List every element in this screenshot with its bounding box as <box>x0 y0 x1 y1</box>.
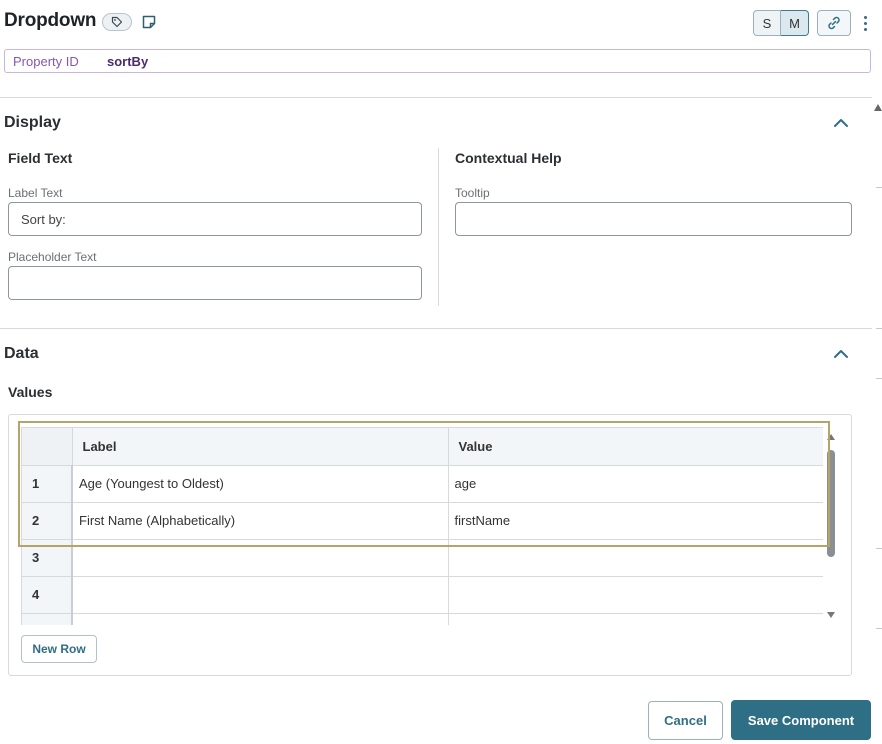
grid-scroll-up-arrow[interactable] <box>827 434 835 440</box>
edge-mark <box>876 628 882 629</box>
grid-scroll-down-arrow[interactable] <box>827 612 835 618</box>
value-cell[interactable] <box>448 539 823 577</box>
column-header-value[interactable]: Value <box>448 428 823 466</box>
size-medium-button[interactable]: M <box>781 10 809 36</box>
edge-mark <box>876 187 882 188</box>
edge-mark <box>876 328 882 329</box>
edge-mark <box>876 378 882 379</box>
display-section-title: Display <box>4 114 61 131</box>
field-text-title: Field Text <box>8 150 73 166</box>
placeholder-text-label: Placeholder Text <box>8 250 97 264</box>
grid-header-row: Label Value <box>22 428 823 466</box>
tooltip-input[interactable] <box>455 202 852 236</box>
value-cell[interactable] <box>448 576 823 614</box>
edge-mark <box>876 548 882 549</box>
property-id-label: Property ID <box>13 53 79 69</box>
page-scroll-up-arrow[interactable] <box>874 104 882 111</box>
values-grid: Label Value 1 Age (Youngest to Oldest) a… <box>21 427 823 625</box>
divider <box>0 328 872 329</box>
value-cell[interactable] <box>448 613 823 625</box>
values-title: Values <box>8 384 53 400</box>
divider <box>0 97 872 98</box>
row-number: 3 <box>22 539 73 577</box>
chevron-up-icon[interactable] <box>832 348 850 360</box>
note-icon <box>142 15 156 29</box>
table-row: 4 <box>22 576 823 614</box>
tag-button[interactable] <box>102 13 132 31</box>
new-row-button[interactable]: New Row <box>21 635 97 663</box>
label-cell[interactable] <box>72 613 449 625</box>
contextual-help-title: Contextual Help <box>455 150 562 166</box>
cancel-button[interactable]: Cancel <box>648 701 723 740</box>
tag-icon <box>111 16 123 28</box>
placeholder-text-input[interactable] <box>8 266 422 300</box>
label-cell[interactable] <box>72 539 449 577</box>
save-component-button[interactable]: Save Component <box>731 700 871 740</box>
label-text-label: Label Text <box>8 186 63 200</box>
column-header-label[interactable]: Label <box>72 428 449 466</box>
data-section-title: Data <box>4 345 39 362</box>
grid-corner-cell <box>22 428 73 466</box>
component-title: Dropdown <box>4 10 97 31</box>
row-number: 4 <box>22 576 73 614</box>
value-cell[interactable]: age <box>448 465 823 503</box>
chevron-up-icon[interactable] <box>832 117 850 129</box>
kebab-menu-icon[interactable] <box>858 12 872 34</box>
note-button[interactable] <box>140 13 158 31</box>
label-text-input[interactable]: Sort by: <box>8 202 422 236</box>
label-cell[interactable]: Age (Youngest to Oldest) <box>72 465 449 503</box>
table-row: 1 Age (Youngest to Oldest) age <box>22 465 823 503</box>
table-row: 5 <box>22 613 823 625</box>
table-row: 3 <box>22 539 823 577</box>
size-small-button[interactable]: S <box>753 10 781 36</box>
label-cell[interactable]: First Name (Alphabetically) <box>72 502 449 540</box>
row-number: 1 <box>22 465 73 503</box>
row-number: 5 <box>22 613 73 625</box>
link-icon <box>828 16 840 30</box>
value-cell[interactable]: firstName <box>448 502 823 540</box>
column-divider <box>438 148 439 306</box>
row-number: 2 <box>22 502 73 540</box>
label-cell[interactable] <box>72 576 449 614</box>
size-toggle-group: S M <box>753 10 809 36</box>
grid-scrollbar-thumb[interactable] <box>827 450 835 557</box>
table-row: 2 First Name (Alphabetically) firstName <box>22 502 823 540</box>
property-id-field: Property ID sortBy <box>4 49 871 73</box>
tooltip-label: Tooltip <box>455 186 490 200</box>
property-id-value: sortBy <box>107 53 149 69</box>
link-button[interactable] <box>817 10 851 36</box>
